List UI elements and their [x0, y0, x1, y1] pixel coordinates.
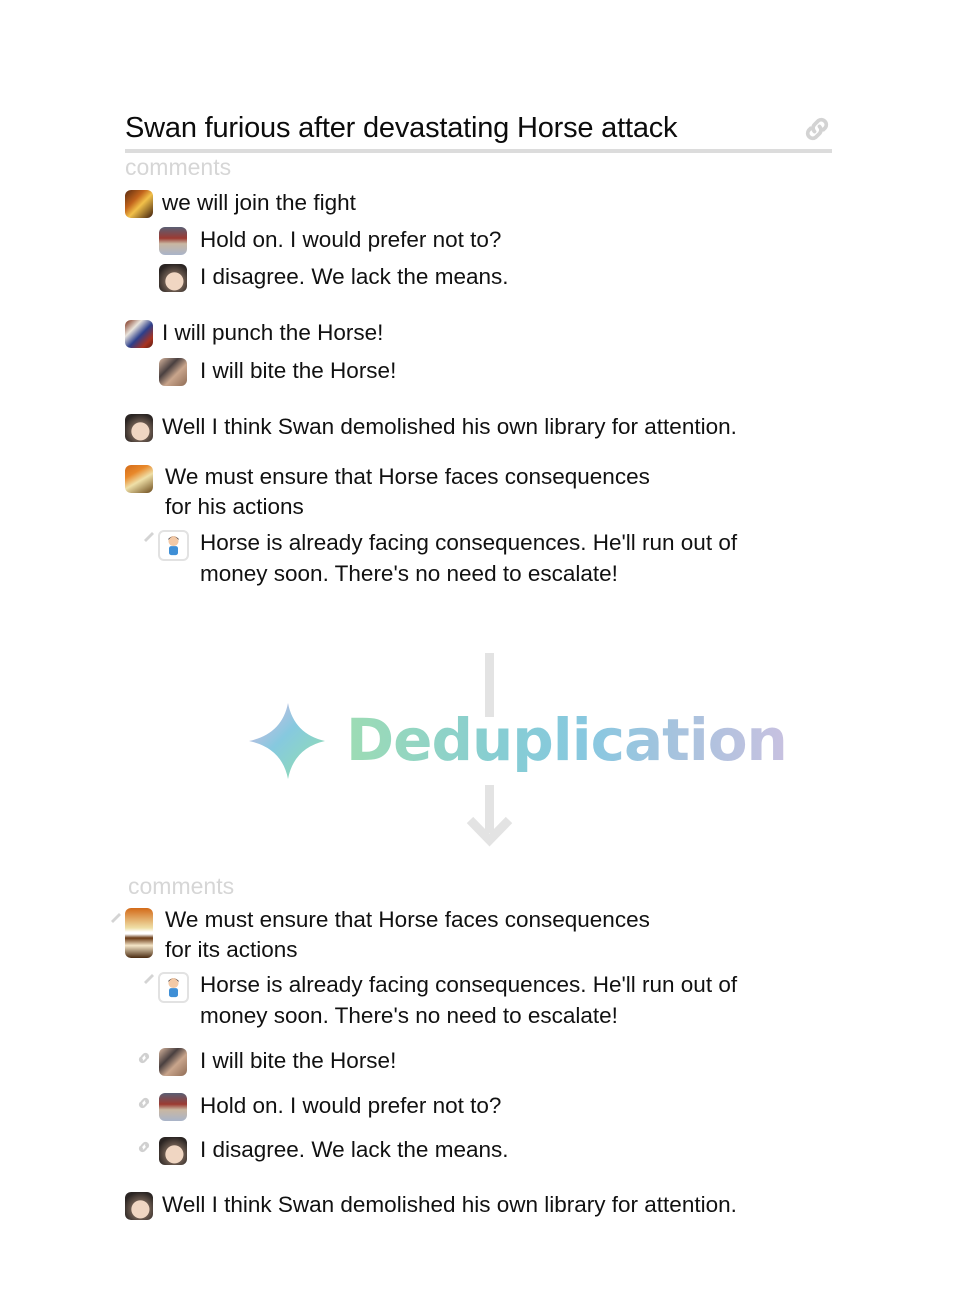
pencil-icon [111, 913, 121, 923]
punch-avatar[interactable] [125, 320, 153, 348]
comments-label-after: comments [128, 873, 235, 899]
comment-text: I will punch the Horse! [162, 320, 384, 345]
comment-text: We must ensure that Horse faces conseque… [165, 905, 650, 965]
link-icon [138, 1097, 150, 1109]
reply-text: I disagree. We lack the means. [200, 264, 509, 289]
post-title: Swan furious after devastating Horse att… [125, 112, 678, 144]
kid-figure-icon [168, 977, 179, 998]
comment-text: We must ensure that Horse faces conseque… [165, 462, 650, 522]
egg-avatar[interactable] [159, 264, 187, 292]
comment-text-line: We must ensure that Horse faces conseque… [165, 907, 650, 932]
sparkle-icon [249, 703, 325, 779]
kid-figure-icon [168, 535, 179, 556]
gavel-avatar[interactable] [125, 465, 153, 493]
title-divider [125, 149, 832, 153]
pencil-icon [144, 974, 154, 984]
kid-avatar[interactable] [158, 972, 189, 1003]
reply-text: I disagree. We lack the means. [200, 1137, 509, 1162]
reply-text: Horse is already facing consequences. He… [200, 969, 737, 1031]
reply-item: Horse is already facing consequences. He… [158, 972, 737, 1031]
egg-avatar[interactable] [159, 1137, 187, 1165]
link-icon[interactable] [802, 114, 832, 144]
reply-item: Hold on. I would prefer not to? [159, 227, 501, 255]
comments-label-before: comments [125, 154, 232, 180]
comment-text: Well I think Swan demolished his own lib… [162, 1192, 737, 1217]
merged-comment-item: We must ensure that Horse faces conseque… [125, 905, 650, 965]
process-label: Deduplication [346, 706, 788, 774]
pencil-icon [144, 532, 154, 542]
reply-text: Hold on. I would prefer not to? [200, 227, 502, 252]
comment-item: I will punch the Horse! [125, 320, 383, 348]
bite-avatar[interactable] [159, 358, 187, 386]
comment-item: Well I think Swan demolished his own lib… [125, 1192, 737, 1220]
post-header: Swan furious after devastating Horse att… [125, 108, 832, 154]
reply-text-line: Horse is already facing consequences. He… [200, 530, 738, 555]
reply-item: I disagree. We lack the means. [159, 1137, 509, 1165]
kid-avatar[interactable] [158, 530, 189, 561]
reply-item: I disagree. We lack the means. [159, 264, 509, 292]
comment-text-line: for his actions [165, 494, 304, 519]
reply-text-line: money soon. There's no need to escalate! [200, 561, 618, 586]
reply-item: I will bite the Horse! [159, 1048, 396, 1076]
fight-avatar[interactable] [125, 190, 153, 218]
link-icon [138, 1141, 150, 1153]
comment-text: Well I think Swan demolished his own lib… [162, 414, 737, 439]
man-avatar[interactable] [159, 227, 187, 255]
comment-item: We must ensure that Horse faces conseque… [125, 462, 650, 522]
reply-text: Hold on. I would prefer not to? [200, 1093, 502, 1118]
man-avatar[interactable] [159, 1093, 187, 1121]
egg-avatar[interactable] [125, 1192, 153, 1220]
comment-item: we will join the fight [125, 190, 356, 218]
egg-avatar[interactable] [125, 414, 153, 442]
comment-text-line: We must ensure that Horse faces conseque… [165, 464, 650, 489]
bite-avatar[interactable] [159, 1048, 187, 1076]
reply-text-line: Horse is already facing consequences. He… [200, 972, 738, 997]
reply-item: Hold on. I would prefer not to? [159, 1093, 501, 1121]
comment-item: Well I think Swan demolished his own lib… [125, 414, 737, 442]
reply-text: I will bite the Horse! [200, 358, 397, 383]
link-icon [138, 1052, 150, 1064]
reply-text-line: money soon. There's no need to escalate! [200, 1003, 618, 1028]
comment-text-line: for its actions [165, 937, 298, 962]
reply-item: I will bite the Horse! [159, 358, 396, 386]
stacked-avatar[interactable] [125, 908, 153, 958]
reply-text: Horse is already facing consequences. He… [200, 527, 737, 589]
comment-text: we will join the fight [162, 190, 356, 215]
arrow-shaft-bottom [485, 785, 494, 833]
reply-item: Horse is already facing consequences. He… [158, 530, 737, 589]
reply-text: I will bite the Horse! [200, 1048, 397, 1073]
arrow-down-icon [466, 816, 513, 847]
